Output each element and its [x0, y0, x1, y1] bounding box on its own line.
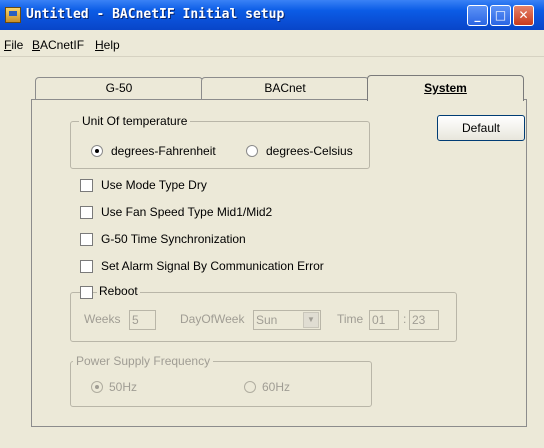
reboot-label: Reboot	[97, 284, 140, 298]
g50-time-sync-checkbox[interactable]	[80, 233, 93, 246]
tab-system-label: System	[424, 81, 467, 95]
hz60-radio[interactable]	[244, 381, 256, 393]
use-mode-type-dry-label: Use Mode Type Dry	[101, 178, 207, 192]
minimize-button[interactable]: _	[467, 5, 488, 26]
app-icon[interactable]	[5, 7, 21, 23]
power-supply-frequency-label: Power Supply Frequency	[73, 354, 214, 368]
menu-help-rest: elp	[103, 38, 120, 52]
maximize-button[interactable]: □	[490, 5, 511, 26]
tab-system[interactable]: System	[367, 75, 524, 101]
menu-file-rest: ile	[11, 38, 24, 52]
menu-help-mnemonic: H	[95, 38, 104, 52]
menu-bacnetif[interactable]: BACnetIF	[32, 38, 84, 52]
menu-bacnetif-mnemonic: B	[32, 38, 41, 52]
celsius-label: degrees-Celsius	[266, 144, 353, 158]
default-button[interactable]: Default	[437, 115, 525, 141]
use-fan-speed-label: Use Fan Speed Type Mid1/Mid2	[101, 205, 273, 219]
fahrenheit-radio[interactable]	[91, 145, 103, 157]
time-hour-input[interactable]: 01	[369, 310, 399, 330]
menu-bacnetif-rest: ACnetIF	[40, 38, 85, 52]
chevron-down-icon[interactable]: ▼	[303, 312, 319, 328]
use-fan-speed-checkbox[interactable]	[80, 206, 93, 219]
reboot-checkbox[interactable]	[80, 286, 93, 299]
time-separator: :	[403, 312, 407, 326]
menu-bar: File BACnetIF Help	[0, 30, 544, 57]
hz50-label: 50Hz	[109, 380, 138, 394]
menu-file[interactable]: File	[4, 38, 23, 52]
dayofweek-value: Sun	[256, 313, 278, 327]
window-title: Untitled - BACnetIF Initial setup	[26, 7, 285, 22]
celsius-radio[interactable]	[246, 145, 258, 157]
g50-time-sync-label: G-50 Time Synchronization	[101, 232, 246, 246]
title-bar[interactable]: Untitled - BACnetIF Initial setup _ □ ✕	[0, 0, 544, 30]
hz50-radio[interactable]	[91, 381, 103, 393]
dayofweek-select[interactable]: Sun ▼	[253, 310, 321, 330]
time-minute-input[interactable]: 23	[409, 310, 439, 330]
use-mode-type-dry-checkbox[interactable]	[80, 179, 93, 192]
close-button[interactable]: ✕	[513, 5, 534, 26]
unit-of-temperature-label: Unit Of temperature	[79, 114, 191, 128]
fahrenheit-label: degrees-Fahrenheit	[111, 144, 216, 158]
tab-g50[interactable]: G-50	[35, 77, 203, 99]
weeks-label: Weeks	[84, 312, 121, 326]
menu-help[interactable]: Help	[95, 38, 120, 52]
hz60-label: 60Hz	[262, 380, 291, 394]
time-label: Time	[337, 312, 364, 326]
dayofweek-label: DayOfWeek	[180, 312, 245, 326]
weeks-input[interactable]: 5	[129, 310, 156, 330]
set-alarm-signal-checkbox[interactable]	[80, 260, 93, 273]
set-alarm-signal-label: Set Alarm Signal By Communication Error	[101, 259, 324, 273]
tab-bacnet[interactable]: BACnet	[201, 77, 369, 99]
